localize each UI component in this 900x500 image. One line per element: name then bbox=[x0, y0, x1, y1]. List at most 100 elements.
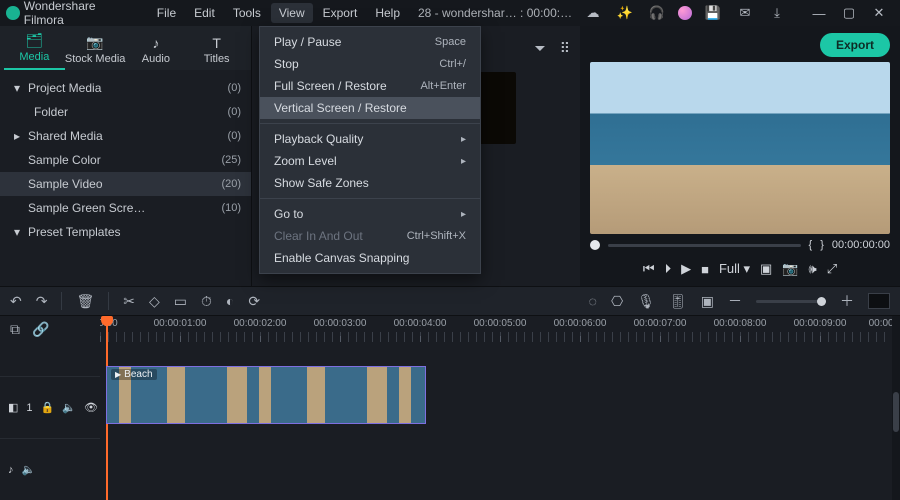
audio-icon: ♪ bbox=[152, 35, 159, 51]
mixer-icon[interactable]: ◌ bbox=[589, 293, 597, 309]
tab-media[interactable]: 🗂Media bbox=[4, 28, 65, 70]
save-icon[interactable]: 💾 bbox=[702, 2, 724, 24]
play-icon[interactable]: ▶ bbox=[681, 261, 691, 277]
audio-track-icon[interactable]: ♪ bbox=[8, 464, 14, 476]
color-icon[interactable]: ◐ bbox=[226, 293, 234, 309]
volume-icon[interactable]: 🕪 bbox=[809, 261, 817, 277]
video-track-head[interactable]: ◧ 1 🔒 🔈 👁 bbox=[0, 376, 100, 438]
tree-shared-media[interactable]: ▸Shared Media(0) bbox=[0, 124, 251, 148]
tab-audio[interactable]: ♪Audio bbox=[126, 31, 187, 70]
zoom-out-icon[interactable]: － bbox=[728, 291, 742, 311]
display-icon[interactable]: ▣ bbox=[760, 261, 772, 277]
quality-select[interactable]: Full ▾ bbox=[719, 261, 750, 277]
chevron-down-icon: ▾ bbox=[14, 81, 22, 95]
prev-frame-icon[interactable]: ⏮ bbox=[643, 261, 655, 277]
filter-icon[interactable]: ⏷ bbox=[535, 40, 546, 57]
redo-icon[interactable]: ↷ bbox=[36, 293, 48, 310]
tree-sample-color[interactable]: Sample Color(25) bbox=[0, 148, 251, 172]
zoom-slider[interactable] bbox=[756, 300, 826, 303]
audio-track-head[interactable]: ♪ 🔈 bbox=[0, 438, 100, 500]
snapshot-icon[interactable]: 📷 bbox=[782, 261, 798, 277]
menu-view[interactable]: View bbox=[271, 3, 313, 23]
timeline-toolbar: ↶ ↷ 🗑 ✂ ◇ ▭ ⏱ ◐ ⟳ ◌ ⎔ 🎙 🎚 ▣ － ＋ bbox=[0, 286, 900, 316]
audio-mixer-icon[interactable]: 🎚 bbox=[669, 293, 687, 310]
view-clear-in-out: Clear In And OutCtrl+Shift+X bbox=[260, 225, 480, 247]
cloud-icon[interactable]: ☁ bbox=[582, 2, 604, 24]
menu-file[interactable]: File bbox=[149, 3, 184, 23]
chevron-right-icon: ▸ bbox=[14, 129, 22, 143]
time-ruler[interactable]: 0:00 00:00:01:00 00:00:02:00 00:00:03:00… bbox=[100, 316, 900, 342]
stack-icon[interactable]: ⧉ bbox=[10, 321, 20, 338]
tab-stock-media[interactable]: 📷Stock Media bbox=[65, 30, 126, 70]
tree-project-media[interactable]: ▾Project Media(0) bbox=[0, 76, 251, 100]
view-vertical-screen[interactable]: Vertical Screen / Restore bbox=[260, 97, 480, 119]
export-button[interactable]: Export bbox=[820, 33, 890, 57]
media-tree: ▾Project Media(0) Folder(0) ▸Shared Medi… bbox=[0, 70, 251, 286]
preview-viewport[interactable] bbox=[590, 62, 890, 234]
view-zoom-level[interactable]: Zoom Level▸ bbox=[260, 150, 480, 172]
tag-icon[interactable]: ⎔ bbox=[611, 293, 623, 310]
view-playback-quality[interactable]: Playback Quality▸ bbox=[260, 128, 480, 150]
tree-folder[interactable]: Folder(0) bbox=[0, 100, 251, 124]
document-title: 28 - wondershar… : 00:00:04:05 bbox=[418, 6, 578, 20]
menu-separator bbox=[260, 198, 480, 199]
tree-sample-video[interactable]: Sample Video(20) bbox=[0, 172, 251, 196]
undo-icon[interactable]: ↶ bbox=[10, 293, 22, 310]
menu-edit[interactable]: Edit bbox=[186, 3, 223, 23]
vertical-scrollbar[interactable] bbox=[892, 316, 900, 500]
view-go-to[interactable]: Go to▸ bbox=[260, 203, 480, 225]
marker-icon[interactable]: ◇ bbox=[149, 293, 160, 310]
view-fullscreen[interactable]: Full Screen / RestoreAlt+Enter bbox=[260, 75, 480, 97]
preview-panel: Export { } 00:00:00:00 ⏮ ⏵ ▶ ■ Full ▾ ▣ … bbox=[580, 26, 900, 286]
tip-icon[interactable]: ✨ bbox=[614, 2, 636, 24]
window-maximize[interactable]: ▢ bbox=[834, 2, 864, 24]
view-safe-zones[interactable]: Show Safe Zones bbox=[260, 172, 480, 194]
menu-help[interactable]: Help bbox=[367, 3, 408, 23]
refresh-icon[interactable]: ⟳ bbox=[248, 293, 260, 310]
scrub-track[interactable] bbox=[608, 244, 801, 247]
lock-icon[interactable]: 🔒 bbox=[41, 401, 55, 414]
download-icon[interactable]: ⤓ bbox=[766, 2, 788, 24]
window-close[interactable]: ✕ bbox=[864, 2, 894, 24]
tree-preset-templates[interactable]: ▾Preset Templates bbox=[0, 220, 251, 244]
grid-view-icon[interactable]: ⠿ bbox=[560, 40, 570, 57]
mail-icon[interactable]: ✉ bbox=[734, 2, 756, 24]
delete-icon[interactable]: 🗑 bbox=[76, 293, 94, 310]
view-play-pause[interactable]: Play / PauseSpace bbox=[260, 31, 480, 53]
link-icon[interactable]: 🔗 bbox=[32, 321, 49, 338]
zoom-in-icon[interactable]: ＋ bbox=[840, 291, 854, 311]
titlebar: Wondershare Filmora File Edit Tools View… bbox=[0, 0, 900, 26]
zoom-fit-icon[interactable] bbox=[868, 293, 890, 309]
menu-export[interactable]: Export bbox=[315, 3, 366, 23]
brace-open[interactable]: { bbox=[809, 239, 813, 251]
stop-icon[interactable]: ■ bbox=[701, 262, 709, 277]
speed-icon[interactable]: ⏱ bbox=[201, 293, 212, 310]
window-minimize[interactable]: — bbox=[804, 2, 834, 24]
visibility-icon[interactable]: 👁 bbox=[84, 401, 98, 414]
cut-icon[interactable]: ✂ bbox=[123, 293, 135, 310]
preview-time: 00:00:00:00 bbox=[832, 239, 890, 251]
view-canvas-snapping[interactable]: Enable Canvas Snapping bbox=[260, 247, 480, 269]
chevron-down-icon: ▾ bbox=[14, 225, 22, 239]
clip-label: Beach bbox=[111, 369, 157, 380]
account-avatar[interactable] bbox=[678, 6, 692, 20]
step-back-icon[interactable]: ⏵ bbox=[665, 261, 672, 277]
clip-beach[interactable]: Beach bbox=[106, 366, 426, 424]
mic-icon[interactable]: 🎙 bbox=[637, 293, 655, 310]
tab-titles[interactable]: TTitles bbox=[186, 31, 247, 70]
brand-icon bbox=[6, 6, 20, 20]
tree-sample-green[interactable]: Sample Green Scre…(10) bbox=[0, 196, 251, 220]
brace-close[interactable]: } bbox=[820, 239, 824, 251]
track-toggle-icon[interactable]: ◧ bbox=[8, 401, 18, 414]
scrub-handle[interactable] bbox=[590, 240, 600, 250]
menu-tools[interactable]: Tools bbox=[225, 3, 269, 23]
mute-icon[interactable]: 🔈 bbox=[62, 401, 76, 414]
support-icon[interactable]: 🎧 bbox=[646, 2, 668, 24]
stock-media-icon: 📷 bbox=[86, 34, 103, 51]
crop-icon[interactable]: ▭ bbox=[174, 293, 187, 310]
mute-icon[interactable]: 🔈 bbox=[22, 463, 36, 476]
render-icon[interactable]: ▣ bbox=[701, 293, 714, 310]
view-stop[interactable]: StopCtrl+/ bbox=[260, 53, 480, 75]
expand-icon[interactable]: ⤢ bbox=[827, 261, 837, 277]
titlebar-right: ☁ ✨ 🎧 💾 ✉ ⤓ — ▢ ✕ bbox=[582, 2, 894, 24]
